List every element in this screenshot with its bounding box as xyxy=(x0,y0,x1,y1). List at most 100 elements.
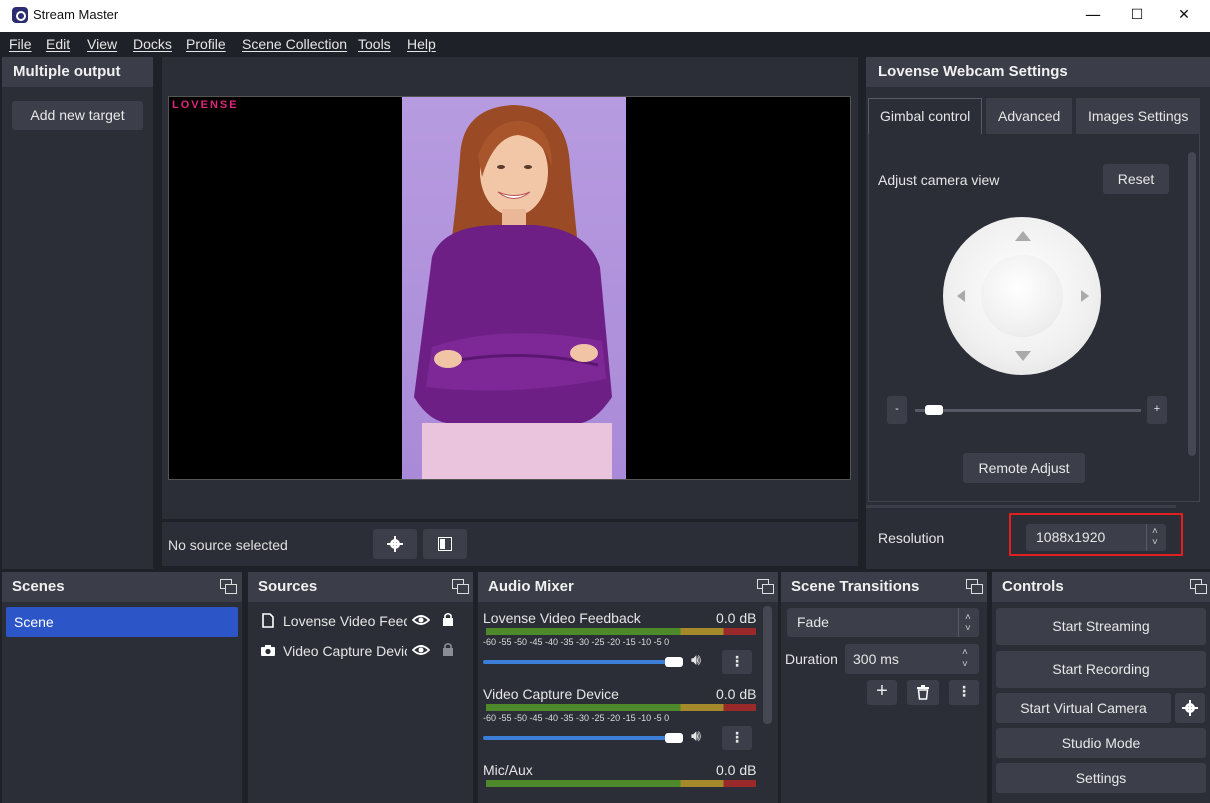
scene-item-label: Scene xyxy=(14,614,54,630)
scenes-panel: Scenes Scene xyxy=(2,572,242,803)
multiple-output-header: Multiple output xyxy=(2,57,153,87)
eye-icon[interactable] xyxy=(412,614,430,626)
tab-label: Images Settings xyxy=(1088,108,1189,124)
volume-slider[interactable] xyxy=(483,660,683,664)
arrow-up-icon[interactable] xyxy=(1015,231,1031,241)
sources-title: Sources xyxy=(258,578,318,595)
duration-label: Duration xyxy=(785,651,838,667)
source-properties-button[interactable] xyxy=(373,529,417,559)
zoom-slider-track[interactable] xyxy=(915,405,1141,415)
virtual-camera-settings-button[interactable] xyxy=(1175,693,1205,723)
volume-slider-handle[interactable] xyxy=(665,733,683,743)
start-recording-button[interactable]: Start Recording xyxy=(996,651,1206,688)
transition-menu-button[interactable]: ⋮ xyxy=(949,680,979,705)
tab-gimbal-control[interactable]: Gimbal control xyxy=(868,98,982,134)
zoom-plus-button[interactable]: + xyxy=(1147,396,1167,424)
add-new-target-button[interactable]: Add new target xyxy=(12,101,143,130)
transition-value: Fade xyxy=(797,614,829,630)
menu-edit[interactable]: Edit xyxy=(46,36,70,52)
menu-view[interactable]: View xyxy=(87,36,117,52)
window-title: Stream Master xyxy=(33,7,119,22)
zoom-minus-button[interactable]: - xyxy=(887,396,907,424)
menu-docks[interactable]: Docks xyxy=(133,36,172,52)
source-label: Video Capture Devic xyxy=(283,643,407,659)
remove-transition-button[interactable] xyxy=(907,680,939,705)
scene-transitions-title: Scene Transitions xyxy=(791,578,920,595)
tab-label: Gimbal control xyxy=(880,108,971,124)
menu-tools[interactable]: Tools xyxy=(358,36,391,52)
channel-menu-button[interactable]: ⋮ xyxy=(722,726,752,750)
mixer-scrollbar[interactable] xyxy=(763,606,772,724)
undock-icon[interactable] xyxy=(452,579,469,594)
audio-mixer-title: Audio Mixer xyxy=(488,578,574,595)
menu-profile[interactable]: Profile xyxy=(186,36,226,52)
channel-name: Video Capture Device xyxy=(483,686,619,702)
eye-icon[interactable] xyxy=(412,644,430,656)
undock-icon[interactable] xyxy=(966,579,983,594)
add-transition-button[interactable]: + xyxy=(867,680,897,705)
studio-mode-button[interactable]: Studio Mode xyxy=(996,728,1206,758)
start-streaming-button[interactable]: Start Streaming xyxy=(996,608,1206,645)
settings-button[interactable]: Settings xyxy=(996,763,1206,793)
reset-button[interactable]: Reset xyxy=(1103,164,1169,194)
zoom-slider-handle[interactable] xyxy=(925,405,943,415)
menu-scene-collection[interactable]: Scene Collection xyxy=(242,36,347,52)
tab-images-settings[interactable]: Images Settings xyxy=(1076,98,1200,134)
gimbal-control-content: Adjust camera view Reset - + Remote Adju… xyxy=(868,134,1200,502)
unlock-icon[interactable] xyxy=(442,642,454,657)
close-button[interactable]: ✕ xyxy=(1161,0,1207,32)
scene-transitions-panel: Scene Transitions Fade ˄ ˅ Duration 300 m… xyxy=(781,572,987,803)
webcam-settings-title: Lovense Webcam Settings xyxy=(878,63,1068,80)
meter-ticks: -60 -55 -50 -45 -40 -35 -30 -25 -20 -15 … xyxy=(483,637,670,647)
resolution-label: Resolution xyxy=(878,530,945,546)
undock-icon[interactable] xyxy=(757,579,774,594)
tab-advanced[interactable]: Advanced xyxy=(986,98,1072,134)
duration-input[interactable]: 300 ms ˄ ˅ xyxy=(845,644,979,674)
menu-help[interactable]: Help xyxy=(407,36,436,52)
controls-panel: Controls Start Streaming Start Recording… xyxy=(992,572,1210,803)
webcam-settings-panel: Lovense Webcam Settings Gimbal control A… xyxy=(866,57,1210,569)
lock-icon[interactable] xyxy=(442,612,454,627)
menu-file[interactable]: File xyxy=(9,36,32,52)
undock-icon[interactable] xyxy=(1190,579,1207,594)
speaker-icon[interactable]: 🔊︎ xyxy=(691,728,701,746)
trash-icon xyxy=(917,685,929,700)
source-filters-button[interactable] xyxy=(423,529,467,559)
maximize-button[interactable]: ☐ xyxy=(1114,0,1160,32)
undock-icon[interactable] xyxy=(220,579,237,594)
joystick-center[interactable] xyxy=(981,255,1063,337)
audio-meter xyxy=(486,704,756,711)
arrow-down-icon[interactable] xyxy=(1015,351,1031,361)
audio-meter xyxy=(486,780,756,787)
start-virtual-camera-button[interactable]: Start Virtual Camera xyxy=(996,693,1171,723)
channel-menu-button[interactable]: ⋮ xyxy=(722,650,752,674)
audio-mixer-header: Audio Mixer xyxy=(478,572,778,602)
transition-select[interactable]: Fade ˄ ˅ xyxy=(787,608,979,637)
audio-meter xyxy=(486,628,756,635)
source-item[interactable]: Lovense Video Feed xyxy=(248,610,473,634)
multiple-output-panel: Multiple output Add new target xyxy=(2,57,153,569)
duration-value: 300 ms xyxy=(853,651,899,667)
title-bar: Stream Master — ☐ ✕ xyxy=(0,0,1210,32)
speaker-icon[interactable]: 🔊︎ xyxy=(691,652,701,670)
scene-item[interactable]: Scene xyxy=(6,607,238,637)
remote-adjust-button[interactable]: Remote Adjust xyxy=(963,453,1085,483)
controls-header: Controls xyxy=(992,572,1210,602)
arrow-right-icon[interactable] xyxy=(1081,290,1089,302)
app-logo-icon xyxy=(12,7,28,23)
scene-transitions-header: Scene Transitions xyxy=(781,572,987,602)
settings-scrollbar[interactable] xyxy=(1188,152,1196,456)
spin-arrows-icon: ˄ ˅ xyxy=(965,612,971,634)
gimbal-joystick[interactable] xyxy=(943,217,1101,375)
arrow-left-icon[interactable] xyxy=(957,290,965,302)
channel-level: 0.0 dB xyxy=(716,686,757,702)
volume-slider-handle[interactable] xyxy=(665,657,683,667)
no-source-label: No source selected xyxy=(168,537,288,553)
minimize-button[interactable]: — xyxy=(1070,0,1116,32)
source-item[interactable]: Video Capture Devic xyxy=(248,640,473,664)
spin-arrows-icon: ˄ ˅ xyxy=(962,647,968,670)
resolution-select[interactable]: 1088x1920 ˄ ˅ xyxy=(1026,524,1166,551)
source-label: Lovense Video Feed xyxy=(283,613,407,629)
preview-status-bar: No source selected xyxy=(162,522,858,566)
volume-slider[interactable] xyxy=(483,736,683,740)
